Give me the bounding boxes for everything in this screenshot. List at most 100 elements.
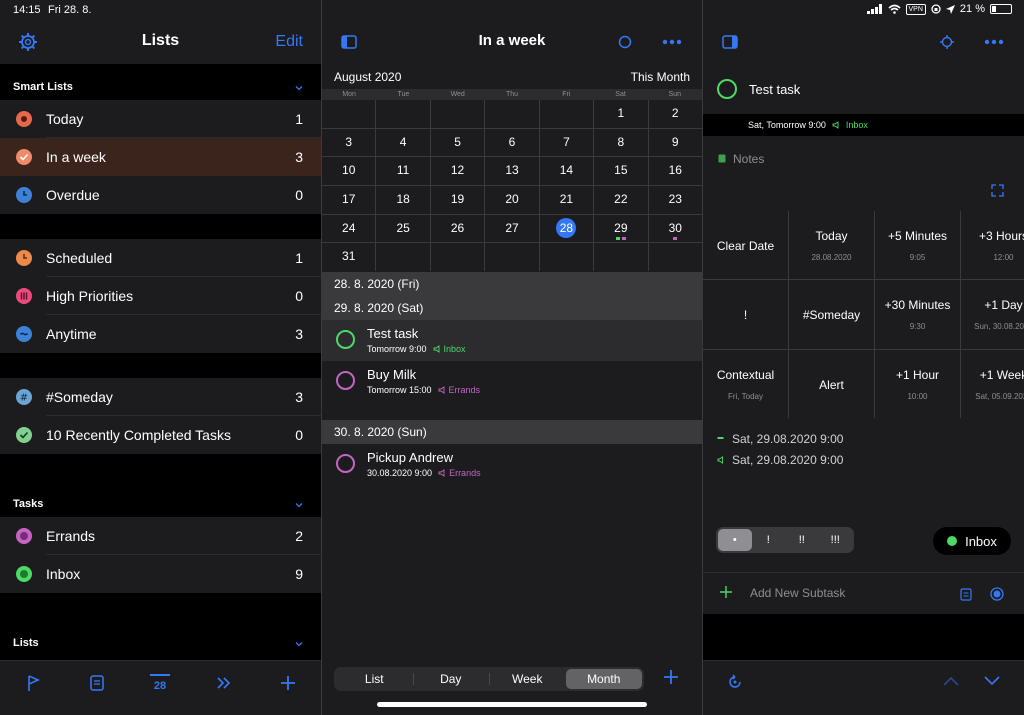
task-title[interactable]: Test task xyxy=(749,82,800,97)
edit-button[interactable]: Edit xyxy=(275,33,303,51)
section-smart-lists[interactable]: Smart Lists xyxy=(0,64,321,100)
calendar-day[interactable] xyxy=(376,100,430,128)
calendar-day[interactable]: 15 xyxy=(594,157,648,185)
chevron-down-icon[interactable] xyxy=(295,501,303,509)
quick-date-button[interactable]: Today 28.08.2020 xyxy=(789,211,874,280)
segment-week[interactable]: Week xyxy=(489,669,566,689)
chevron-down-icon[interactable] xyxy=(295,84,303,92)
calendar-day[interactable] xyxy=(594,243,648,271)
quick-date-button[interactable]: +1 Hour 10:00 xyxy=(875,349,960,418)
calendar-day[interactable]: 28 xyxy=(539,214,594,243)
this-month-button[interactable]: This Month xyxy=(631,70,690,84)
segment-list[interactable]: List xyxy=(336,669,413,689)
sidebar-item-overdue[interactable]: Overdue 0 xyxy=(0,176,321,214)
calendar-day[interactable]: 14 xyxy=(539,157,594,185)
more-icon[interactable] xyxy=(662,39,682,45)
calendar-day[interactable]: 13 xyxy=(485,157,539,185)
calendar-day[interactable]: 21 xyxy=(539,185,594,214)
calendar-day[interactable]: 29 xyxy=(594,214,648,243)
record-icon[interactable] xyxy=(990,587,1004,601)
add-icon[interactable] xyxy=(662,668,680,686)
crosshair-icon[interactable] xyxy=(940,35,954,49)
forward-icon[interactable] xyxy=(214,673,234,693)
calendar-day[interactable] xyxy=(539,243,594,271)
task-title-row[interactable]: Test task xyxy=(703,64,1024,114)
add-subtask-input[interactable]: Add New Subtask xyxy=(750,586,845,600)
calendar-day[interactable]: 17 xyxy=(322,185,376,214)
priority-option[interactable]: ! xyxy=(752,529,786,551)
section-tasks[interactable]: Tasks xyxy=(0,481,321,517)
sync-icon[interactable] xyxy=(726,673,744,691)
sidebar-item-in-a-week[interactable]: In a week 3 xyxy=(0,138,321,176)
notes-area[interactable]: Notes xyxy=(703,136,1024,211)
calendar-day[interactable]: 19 xyxy=(430,185,485,214)
calendar-day[interactable]: 7 xyxy=(539,128,594,157)
more-icon[interactable] xyxy=(984,39,1004,45)
chevron-down-icon[interactable] xyxy=(983,675,1001,687)
calendar-day[interactable] xyxy=(539,100,594,128)
quick-date-button[interactable]: Clear Date xyxy=(703,211,788,280)
calendar-day[interactable]: 6 xyxy=(485,128,539,157)
task-checkbox[interactable] xyxy=(336,371,355,390)
quick-date-button[interactable]: +3 Hours 12:00 xyxy=(961,211,1024,280)
flag-icon[interactable] xyxy=(24,673,44,693)
segment-month[interactable]: Month xyxy=(565,669,642,689)
calendar-day[interactable]: 31 xyxy=(322,243,376,271)
calendar-day[interactable] xyxy=(376,243,430,271)
quick-date-button[interactable]: #Someday xyxy=(789,280,874,349)
calendar-day[interactable]: 1 xyxy=(594,100,648,128)
calendar-day[interactable]: 18 xyxy=(376,185,430,214)
quick-date-button[interactable]: +30 Minutes 9:30 xyxy=(875,280,960,349)
chevron-down-icon[interactable] xyxy=(295,640,303,648)
sidebar-item-high-priorities[interactable]: High Priorities 0 xyxy=(0,277,321,315)
calendar-day[interactable]: 24 xyxy=(322,214,376,243)
calendar-day[interactable]: 16 xyxy=(648,157,702,185)
clipboard-icon[interactable] xyxy=(960,587,972,601)
priority-option[interactable]: !!! xyxy=(819,529,853,551)
calendar-day[interactable]: 2 xyxy=(648,100,702,128)
task-checkbox[interactable] xyxy=(336,454,355,473)
calendar-icon[interactable]: 28 xyxy=(150,674,170,692)
agenda-list[interactable]: 28. 8. 2020 (Fri) 29. 8. 2020 (Sat) Test t… xyxy=(322,272,702,660)
sidebar-item-errands[interactable]: Errands 2 xyxy=(0,517,321,555)
sidebar-item-someday[interactable]: # #Someday 3 xyxy=(0,378,321,416)
add-icon[interactable] xyxy=(719,585,733,599)
list-picker-button[interactable]: Inbox xyxy=(933,527,1011,555)
quick-date-button[interactable]: +5 Minutes 9:05 xyxy=(875,211,960,280)
calendar-day[interactable] xyxy=(430,243,485,271)
sidebar-item-anytime[interactable]: Anytime 3 xyxy=(0,315,321,353)
calendar-day[interactable]: 4 xyxy=(376,128,430,157)
calendar-day[interactable]: 8 xyxy=(594,128,648,157)
priority-option[interactable]: • xyxy=(718,529,752,551)
calendar-day[interactable]: 9 xyxy=(648,128,702,157)
calendar-day[interactable]: 30 xyxy=(648,214,702,243)
sidebar-item-inbox[interactable]: Inbox 9 xyxy=(0,555,321,593)
quick-date-button[interactable]: Alert xyxy=(789,349,874,418)
alert-date-line[interactable]: Sat, 29.08.2020 9:00 xyxy=(717,453,843,467)
priority-option[interactable]: !! xyxy=(785,529,819,551)
complete-checkbox[interactable] xyxy=(717,79,737,99)
calendar-day[interactable]: 10 xyxy=(322,157,376,185)
calendar-day[interactable]: 3 xyxy=(322,128,376,157)
calendar-day[interactable] xyxy=(322,100,376,128)
quick-date-button[interactable]: +1 Week Sat, 05.09.2020 xyxy=(961,349,1024,418)
add-icon[interactable] xyxy=(278,673,298,693)
calendar-day[interactable]: 25 xyxy=(376,214,430,243)
add-subtask-row[interactable]: Add New Subtask xyxy=(703,572,1024,614)
expand-icon[interactable] xyxy=(991,184,1004,197)
notes-icon[interactable] xyxy=(87,673,107,693)
calendar-day[interactable] xyxy=(430,100,485,128)
calendar-day[interactable]: 27 xyxy=(485,214,539,243)
sidebar-item-today[interactable]: Today 1 xyxy=(0,100,321,138)
calendar-day[interactable]: 23 xyxy=(648,185,702,214)
calendar-day[interactable] xyxy=(648,243,702,271)
home-indicator[interactable] xyxy=(377,702,647,707)
section-lists[interactable]: Lists xyxy=(0,620,321,656)
calendar-day[interactable] xyxy=(485,100,539,128)
lists-scroll[interactable]: Smart Lists Today 1 In a week 3 Overdue … xyxy=(0,64,321,660)
calendar-day[interactable]: 12 xyxy=(430,157,485,185)
task-row[interactable]: Pickup Andrew 30.08.2020 9:00 Errands xyxy=(322,444,702,485)
quick-date-button[interactable]: Contextual Fri, Today xyxy=(703,349,788,418)
calendar-day[interactable] xyxy=(485,243,539,271)
calendar-day[interactable]: 5 xyxy=(430,128,485,157)
